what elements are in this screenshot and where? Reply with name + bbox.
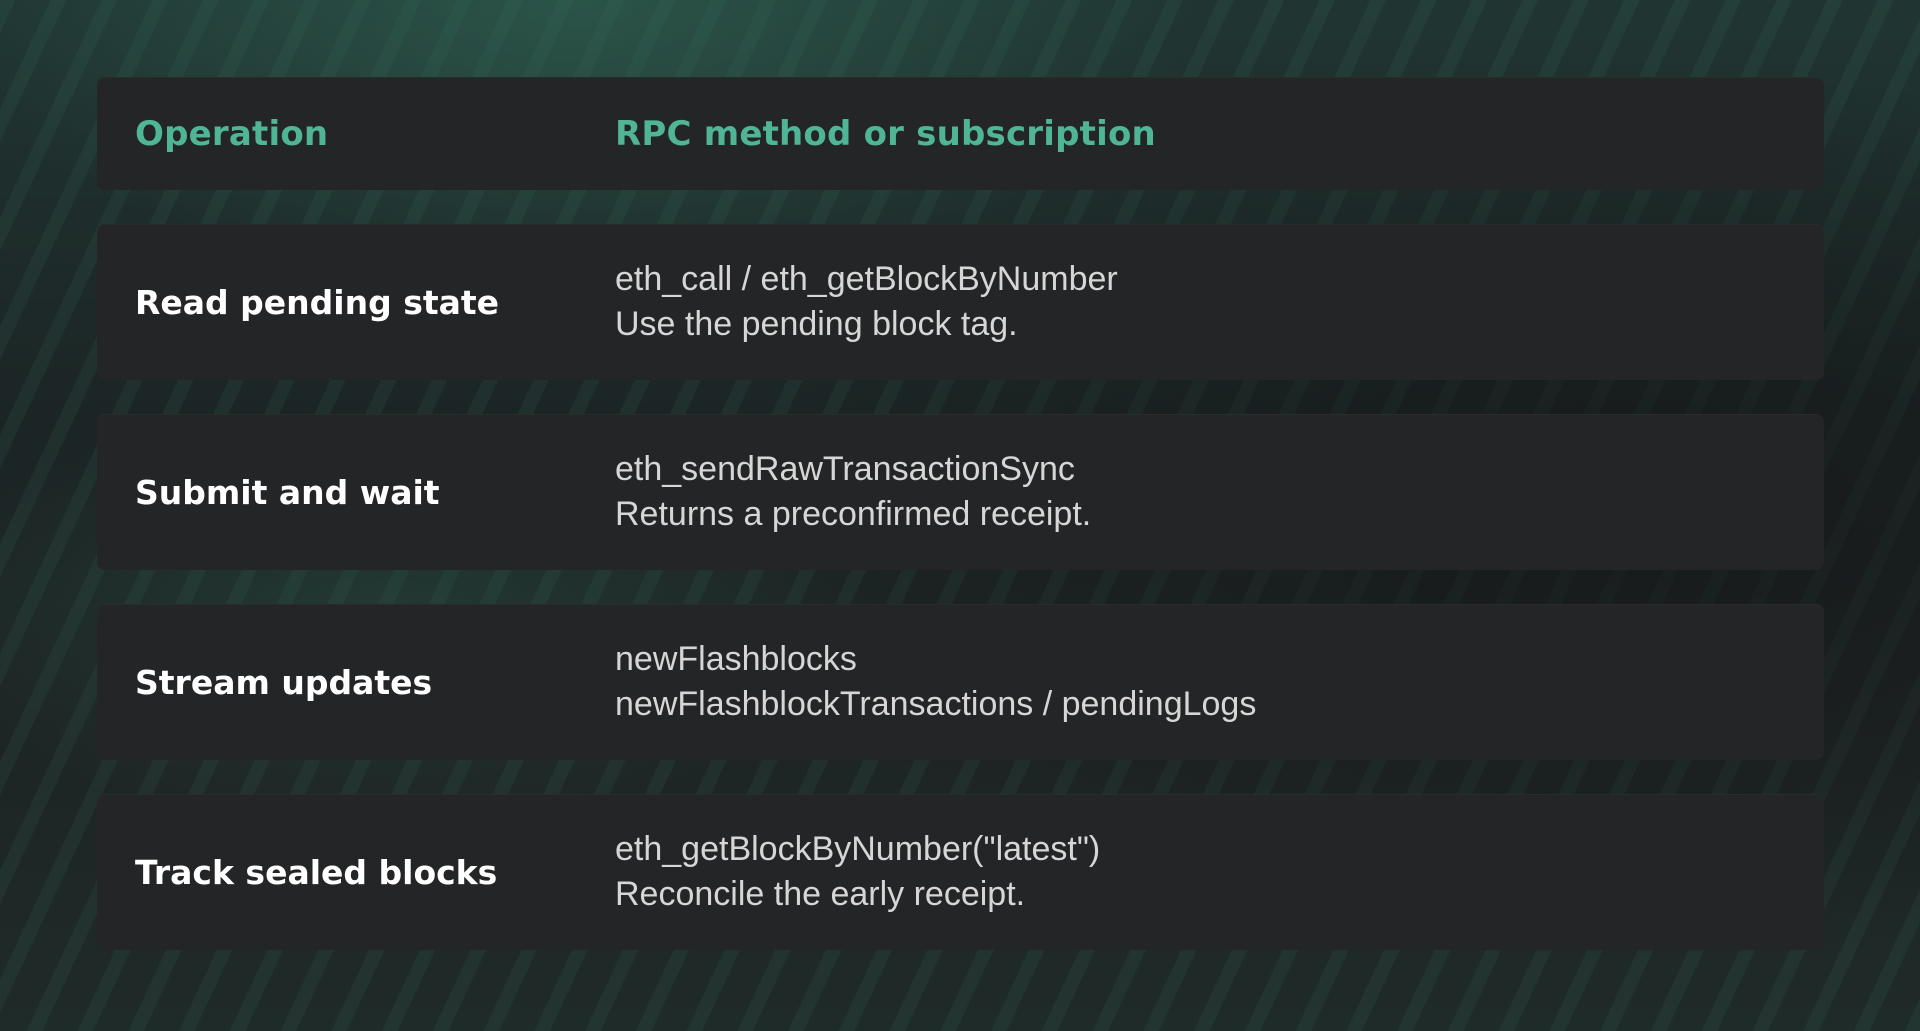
rpc-note: Returns a preconfirmed receipt. — [615, 495, 1092, 533]
header-rpc-method: RPC method or subscription — [615, 113, 1156, 154]
table-header-row: Operation RPC method or subscription — [97, 77, 1824, 190]
rpc-method: eth_call / eth_getBlockByNumber — [615, 260, 1118, 298]
rpc-cell: newFlashblocks newFlashblockTransactions… — [615, 604, 1784, 760]
table-row: Submit and wait eth_sendRawTransactionSy… — [97, 414, 1824, 570]
operation-cell: Stream updates — [135, 662, 433, 702]
rpc-cell: eth_getBlockByNumber("latest") Reconcile… — [615, 794, 1784, 950]
rpc-cell: eth_sendRawTransactionSync Returns a pre… — [615, 414, 1784, 570]
header-operation: Operation — [135, 113, 329, 154]
rpc-note: Reconcile the early receipt. — [615, 875, 1026, 913]
rpc-cell: eth_call / eth_getBlockByNumber Use the … — [615, 224, 1784, 380]
operation-cell: Read pending state — [135, 282, 500, 322]
rpc-method: eth_getBlockByNumber("latest") — [615, 830, 1101, 868]
table-row: Track sealed blocks eth_getBlockByNumber… — [97, 794, 1824, 950]
table-row: Stream updates newFlashblocks newFlashbl… — [97, 604, 1824, 760]
operation-cell: Submit and wait — [135, 472, 440, 512]
rpc-note: Use the pending block tag. — [615, 305, 1018, 343]
rpc-method: newFlashblocks — [615, 640, 857, 678]
operation-cell: Track sealed blocks — [135, 852, 498, 892]
rpc-method: eth_sendRawTransactionSync — [615, 450, 1075, 488]
operations-table: Operation RPC method or subscription Rea… — [97, 77, 1824, 950]
rpc-note: newFlashblockTransactions / pendingLogs — [615, 685, 1257, 723]
table-row: Read pending state eth_call / eth_getBlo… — [97, 224, 1824, 380]
